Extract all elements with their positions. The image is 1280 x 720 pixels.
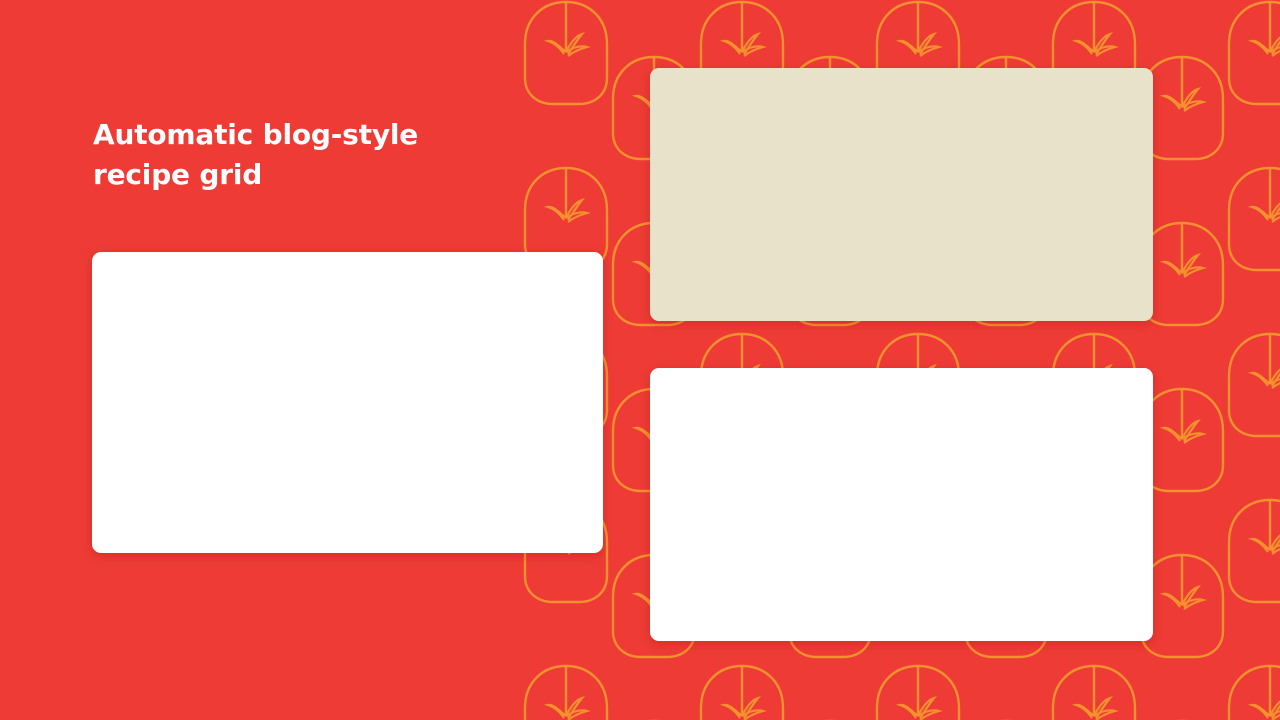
recipe-grid-card-serif: [92, 252, 603, 553]
page-title-line-2: recipe grid: [93, 157, 263, 191]
page-title: Automatic blog-style recipe grid: [93, 115, 493, 195]
recipe-grid-card-bbq: [650, 68, 1153, 321]
recipe-grid-card-sans: [650, 368, 1153, 641]
page-title-line-1: Automatic blog-style: [93, 118, 419, 151]
